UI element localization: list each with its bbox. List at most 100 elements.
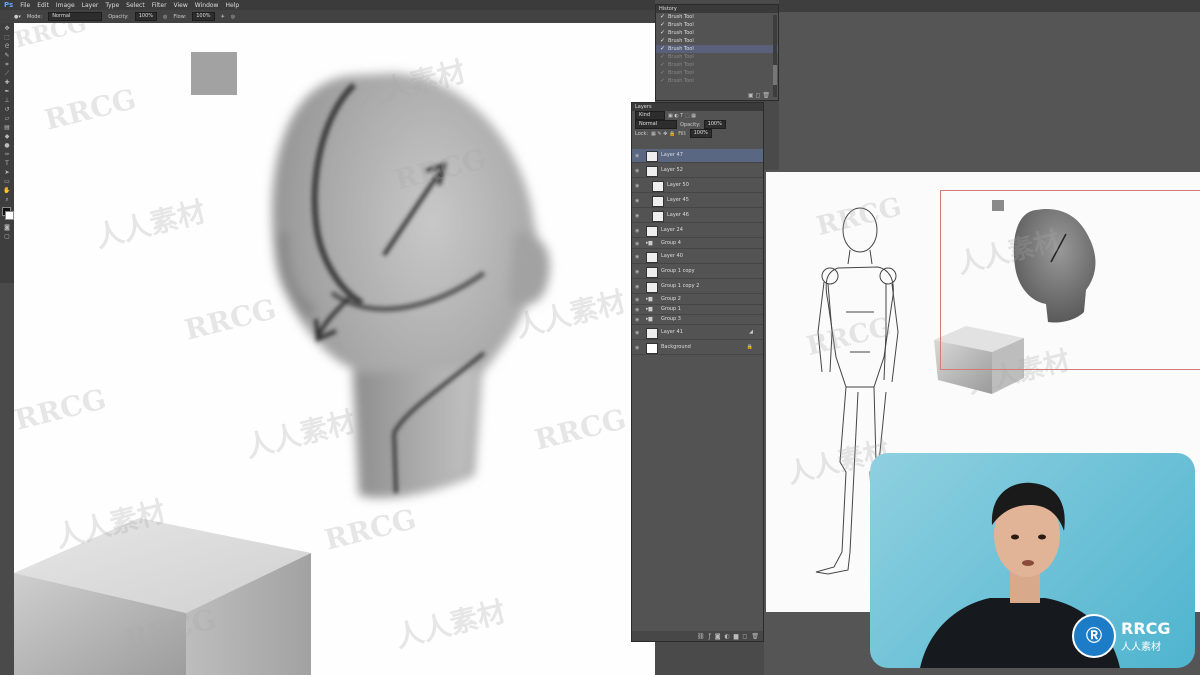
history-item-selected[interactable]: ✓ Brush Tool — [656, 45, 778, 53]
airbrush-icon[interactable]: ✈ — [221, 14, 225, 20]
crop-tool-icon[interactable]: ⌗ — [3, 62, 11, 68]
lasso-tool-icon[interactable]: ᘓ — [3, 44, 11, 50]
layer-effects-icon[interactable]: ◢ — [749, 329, 753, 335]
visibility-eye-icon[interactable]: ◉ — [635, 198, 640, 204]
blend-mode-select[interactable]: Normal — [635, 120, 677, 129]
group-row[interactable]: ◉ ▸▆ Group 3 — [632, 315, 763, 325]
layer-row[interactable]: ◉ Layer 45 — [632, 194, 763, 208]
visibility-eye-icon[interactable]: ◉ — [635, 317, 640, 323]
visibility-eye-icon[interactable]: ◉ — [635, 213, 640, 219]
visibility-eye-icon[interactable]: ◉ — [635, 168, 640, 174]
visibility-eye-icon[interactable]: ◉ — [635, 241, 640, 247]
new-layer-icon[interactable]: ◻ — [742, 633, 747, 640]
fill-field[interactable]: 100% — [689, 129, 712, 138]
folder-icon[interactable]: ▸▆ — [646, 316, 652, 322]
history-item[interactable]: ✓ Brush Tool — [656, 77, 778, 85]
lock-icons[interactable]: ▦ ✎ ✥ 🔒 — [651, 131, 675, 137]
history-panel-title[interactable]: History — [656, 5, 778, 13]
menu-file[interactable]: File — [20, 2, 30, 9]
eraser-tool-icon[interactable]: ▱ — [3, 116, 11, 122]
link-layers-icon[interactable]: ⛓ — [697, 633, 705, 640]
history-item[interactable]: ✓ Brush Tool — [656, 69, 778, 77]
dodge-tool-icon[interactable]: ● — [3, 143, 11, 149]
visibility-eye-icon[interactable]: ◉ — [635, 284, 640, 290]
document-canvas[interactable]: RRCG RRCG 人人素材 人人素材 RRCG RRCG RRCG 人人素材 … — [14, 23, 655, 675]
layer-row[interactable]: ◉ Group 1 copy — [632, 265, 763, 279]
clone-stamp-tool-icon[interactable]: ⊥ — [3, 98, 11, 104]
hand-tool-icon[interactable]: ✋ — [3, 188, 11, 194]
marquee-tool-icon[interactable]: ⬚ — [3, 35, 11, 41]
pen-tool-icon[interactable]: ✑ — [3, 152, 11, 158]
visibility-eye-icon[interactable]: ◉ — [635, 183, 640, 189]
group-row[interactable]: ◉ ▸▆ Group 1 — [632, 305, 763, 315]
layer-row[interactable]: ◉ Group 1 copy 2 — [632, 280, 763, 294]
history-panel-buttons[interactable]: ▣ ◻ 🗑 — [748, 92, 770, 99]
menu-window[interactable]: Window — [195, 2, 219, 9]
quick-select-tool-icon[interactable]: ✎ — [3, 53, 11, 59]
visibility-eye-icon[interactable]: ◉ — [635, 228, 640, 234]
quick-mask-icon[interactable]: ◙ — [3, 225, 11, 231]
menu-type[interactable]: Type — [105, 2, 119, 9]
layer-kind-select[interactable]: Kind — [635, 111, 665, 120]
mode-select[interactable]: Normal — [48, 12, 103, 21]
pressure-size-icon[interactable]: ◎ — [231, 14, 235, 20]
history-scrollbar[interactable] — [773, 15, 777, 97]
history-item[interactable]: ✓ Brush Tool — [656, 13, 778, 21]
history-item[interactable]: ✓ Brush Tool — [656, 29, 778, 37]
layer-row[interactable]: ◉ Layer 50 — [632, 179, 763, 193]
visibility-eye-icon[interactable]: ◉ — [635, 269, 640, 275]
adjustment-layer-icon[interactable]: ◐ — [725, 633, 730, 640]
menu-image[interactable]: Image — [56, 2, 75, 9]
visibility-eye-icon[interactable]: ◉ — [635, 345, 640, 351]
group-row[interactable]: ◉ ▸▆ Group 4 — [632, 239, 763, 249]
layer-row[interactable]: ◉ Background 🔒 — [632, 341, 763, 355]
new-group-icon[interactable]: ▆ — [734, 633, 739, 640]
menu-select[interactable]: Select — [126, 2, 145, 9]
move-tool-icon[interactable]: ✥ — [3, 26, 11, 32]
pressure-opacity-icon[interactable]: ◎ — [163, 14, 167, 20]
menu-view[interactable]: View — [174, 2, 188, 9]
visibility-eye-icon[interactable]: ◉ — [635, 297, 640, 303]
folder-icon[interactable]: ▸▆ — [646, 306, 652, 312]
photoshop-app-icon[interactable]: Ps — [4, 1, 13, 9]
layer-row[interactable]: ◉ Layer 41 ◢ — [632, 326, 763, 340]
layer-opacity-field[interactable]: 100% — [703, 120, 726, 129]
history-item[interactable]: ✓ Brush Tool — [656, 37, 778, 45]
history-item[interactable]: ✓ Brush Tool — [656, 61, 778, 69]
type-tool-icon[interactable]: T — [3, 161, 11, 167]
visibility-eye-icon[interactable]: ◉ — [635, 153, 640, 159]
folder-icon[interactable]: ▸▆ — [646, 296, 652, 302]
group-row[interactable]: ◉ ▸▆ Group 2 — [632, 295, 763, 305]
add-mask-icon[interactable]: ◙ — [715, 633, 721, 640]
visibility-eye-icon[interactable]: ◉ — [635, 307, 640, 313]
layer-row[interactable]: ◉ Layer 52 — [632, 164, 763, 178]
color-swatches[interactable] — [2, 207, 14, 221]
background-color-swatch[interactable] — [5, 211, 14, 220]
path-select-tool-icon[interactable]: ➤ — [3, 170, 11, 176]
menu-edit[interactable]: Edit — [37, 2, 49, 9]
layer-row[interactable]: ◉ Layer 24 — [632, 224, 763, 238]
menu-layer[interactable]: Layer — [82, 2, 99, 9]
filter-icons[interactable]: ▣ ◐ T ⬚ ▦ — [668, 113, 696, 119]
blur-tool-icon[interactable]: ◆ — [3, 134, 11, 140]
screen-mode-icon[interactable]: ▢ — [3, 234, 11, 240]
menu-filter[interactable]: Filter — [152, 2, 167, 9]
history-brush-tool-icon[interactable]: ↺ — [3, 107, 11, 113]
shape-tool-icon[interactable]: ▭ — [3, 179, 11, 185]
flow-field[interactable]: 100% — [192, 12, 215, 21]
layer-row[interactable]: ◉ Layer 40 — [632, 250, 763, 264]
brush-preset-icon[interactable]: ●▾ — [14, 14, 21, 20]
opacity-field[interactable]: 100% — [134, 12, 158, 21]
layer-row[interactable]: ◉ Layer 47 — [632, 149, 763, 163]
layer-row[interactable]: ◉ Layer 46 — [632, 209, 763, 223]
history-item[interactable]: ✓ Brush Tool — [656, 21, 778, 29]
eyedropper-tool-icon[interactable]: ⟋ — [3, 71, 11, 77]
menu-help[interactable]: Help — [225, 2, 239, 9]
delete-layer-icon[interactable]: 🗑 — [751, 633, 759, 640]
fx-icon[interactable]: ƒ — [709, 633, 711, 640]
layers-panel-title[interactable]: Layers — [632, 103, 763, 111]
folder-icon[interactable]: ▸▆ — [646, 240, 652, 246]
gradient-tool-icon[interactable]: ▤ — [3, 125, 11, 131]
visibility-eye-icon[interactable]: ◉ — [635, 330, 640, 336]
healing-tool-icon[interactable]: ✚ — [3, 80, 11, 86]
